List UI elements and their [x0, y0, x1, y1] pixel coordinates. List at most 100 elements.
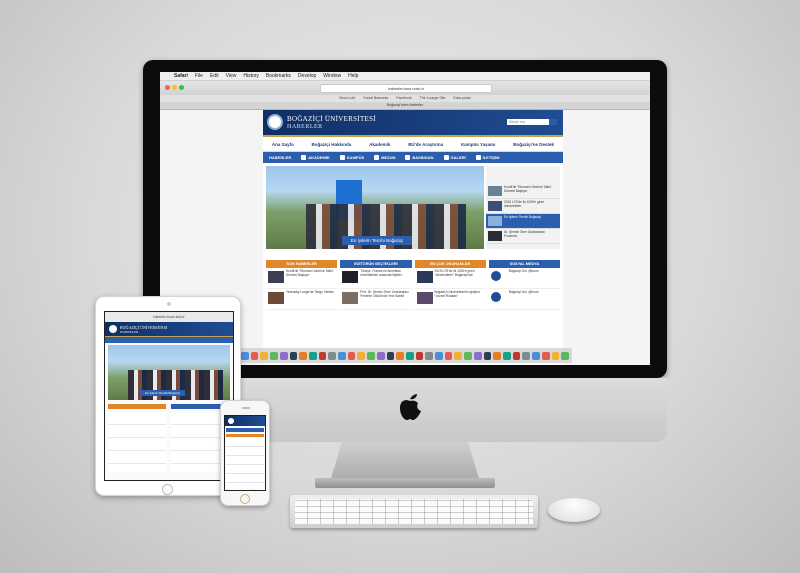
dock-app-icon[interactable] [367, 351, 375, 360]
menu-safari[interactable]: Safari [174, 72, 188, 80]
slider-item-active[interactable]: En İyilerin Tercihi Boğaziçi [486, 214, 560, 229]
iphone-nav[interactable] [226, 428, 264, 432]
university-logo[interactable] [228, 418, 234, 424]
dock-app-icon[interactable] [435, 351, 443, 360]
dock-app-icon[interactable] [279, 351, 288, 360]
news-row[interactable]: Kordil'de "Ekonomi Üzerine Talks" Dönemi… [266, 268, 338, 289]
hero-slider[interactable]: En İyilerin Tercihi Boğaziçi [266, 166, 484, 249]
tweet[interactable]: Boğaziçi Üni. @boun [488, 289, 560, 310]
dock-app-icon[interactable] [464, 351, 472, 360]
tweet[interactable]: Boğaziçi Üni. @boun [488, 268, 560, 289]
news-row[interactable]: Boğaziçi Üniversitesi'nin girişimi "Lezz… [414, 289, 486, 310]
subnav-item[interactable]: AKADEMİK [301, 155, 330, 161]
dock-app-icon[interactable] [551, 351, 560, 360]
hero-caption[interactable]: En İyilerin Tercihi Boğaziçi [342, 236, 412, 245]
bookmark-item[interactable]: The Lounge Site [420, 95, 446, 102]
dock-app-icon[interactable] [270, 351, 278, 360]
news-row[interactable]: Prof. Dr. Şermin Öner Uluslararası Fener… [340, 289, 412, 310]
slider-item[interactable]: Kordil'de "Ekonomi Üzerine Talks" Dönemi… [486, 184, 560, 199]
news-row[interactable]: Türkiye, Fransa ve Amerikan üniversitele… [340, 268, 412, 289]
nav-item[interactable]: Boğaziçi Hakkında [312, 142, 352, 147]
subnav-item[interactable]: GALERİ [443, 155, 466, 161]
dock-app-icon[interactable] [483, 351, 492, 360]
nav-item[interactable]: Ana Sayfa [272, 142, 294, 147]
close-icon[interactable] [165, 85, 170, 90]
dock-app-icon[interactable] [241, 351, 249, 360]
slider-item[interactable]: Dr. Şermin Öner Uluslararası Forumda [486, 229, 560, 244]
bookmark-item[interactable]: Social Networks [363, 95, 388, 102]
ipad-hero[interactable]: En İyilerin Tercihi Boğaziçi [108, 345, 230, 400]
bookmark-item[interactable]: Data portal [453, 95, 470, 102]
section-title[interactable]: SOSYAL MEDYA [488, 260, 560, 268]
dock-app-icon[interactable] [386, 351, 395, 360]
section-title[interactable]: SON HABERLER [266, 260, 338, 268]
search-icon[interactable] [549, 119, 557, 125]
dock-app-icon[interactable] [347, 351, 356, 360]
subnav-item[interactable]: İLETİŞİM [475, 155, 500, 161]
menu-help[interactable]: Help [348, 72, 358, 80]
slider-item[interactable]: 2015 LYS'de ilk 1000'e giren üniversitel… [486, 199, 560, 214]
ipad-hero-caption[interactable]: En İyilerin Tercihi Boğaziçi [140, 390, 185, 396]
nav-item[interactable]: Kampüs Yaşamı [461, 142, 495, 147]
dock-app-icon[interactable] [376, 351, 385, 360]
news-row[interactable]: 2015 LYS'de ilk 1000'e giren "üniversite… [414, 268, 486, 289]
subnav-item[interactable]: MEZUN [374, 155, 395, 161]
nav-item[interactable]: BÜ'de Araştırma [408, 142, 443, 147]
menu-file[interactable]: File [195, 72, 203, 80]
dock-app-icon[interactable] [561, 351, 569, 360]
browser-tab[interactable]: Boğaziçi'nden Haberler [160, 102, 650, 110]
url-bar[interactable]: haberler.boun.edu.tr [320, 84, 492, 93]
dock-app-icon[interactable] [299, 351, 307, 360]
dock-app-icon[interactable] [260, 351, 269, 360]
dock-app-icon[interactable] [405, 351, 414, 360]
nav-item[interactable]: Akademik [369, 142, 390, 147]
dock-app-icon[interactable] [289, 351, 298, 360]
dock-app-icon[interactable] [454, 351, 463, 360]
ipad-news-list[interactable] [108, 412, 166, 472]
home-button[interactable] [240, 494, 250, 504]
menu-view[interactable]: View [226, 72, 237, 80]
minimize-icon[interactable] [172, 85, 177, 90]
iphone-news-list[interactable] [226, 438, 264, 488]
subnav-item[interactable]: KAMPÜS [339, 155, 364, 161]
dock-app-icon[interactable] [396, 351, 404, 360]
dock-app-icon[interactable] [473, 351, 482, 360]
dock-app-icon[interactable] [250, 351, 259, 360]
menu-window[interactable]: Window [323, 72, 341, 80]
dock-app-icon[interactable] [502, 351, 511, 360]
dock-app-icon[interactable] [493, 351, 501, 360]
ipad-url-bar[interactable]: haberler.boun.edu.tr [105, 312, 233, 322]
bookmark-item[interactable]: Boun Lobi [339, 95, 355, 102]
zoom-icon[interactable] [179, 85, 184, 90]
dock-app-icon[interactable] [415, 351, 424, 360]
dock-app-icon[interactable] [338, 351, 346, 360]
dock-app-icon[interactable] [357, 351, 366, 360]
dock-app-icon[interactable] [512, 351, 521, 360]
home-button[interactable] [162, 484, 173, 495]
news-row[interactable]: Yenivadiy Lodge'da Tango Tatlıları [266, 289, 338, 310]
nav-item[interactable]: Boğaziçi'ne Destek [513, 142, 554, 147]
university-logo[interactable] [109, 325, 117, 333]
magic-mouse[interactable] [548, 498, 600, 522]
menu-history[interactable]: History [243, 72, 259, 80]
site-title[interactable]: BOĞAZİÇİ ÜNİVERSİTESİ [287, 115, 376, 123]
menu-edit[interactable]: Edit [210, 72, 219, 80]
dock-app-icon[interactable] [425, 351, 434, 360]
dock-app-icon[interactable] [532, 351, 540, 360]
dock-app-icon[interactable] [308, 351, 317, 360]
keyboard-keys[interactable] [295, 499, 533, 524]
dock-app-icon[interactable] [444, 351, 453, 360]
search-input[interactable]: Sitede ara [507, 119, 549, 125]
section-title[interactable]: EN ÇOK OKUNANLAR [414, 260, 486, 268]
ipad-subnav[interactable] [105, 337, 233, 343]
dock-app-icon[interactable] [318, 351, 327, 360]
dock-app-icon[interactable] [328, 351, 337, 360]
subnav-item[interactable]: HABERLER [269, 155, 291, 160]
dock-app-icon[interactable] [541, 351, 550, 360]
dock-app-icon[interactable] [522, 351, 531, 360]
bookmark-item[interactable]: Facebook [396, 95, 411, 102]
subnav-item[interactable]: BASINDAN [405, 155, 434, 161]
university-logo[interactable] [267, 114, 283, 130]
menu-develop[interactable]: Develop [298, 72, 316, 80]
menu-bookmarks[interactable]: Bookmarks [266, 72, 291, 80]
